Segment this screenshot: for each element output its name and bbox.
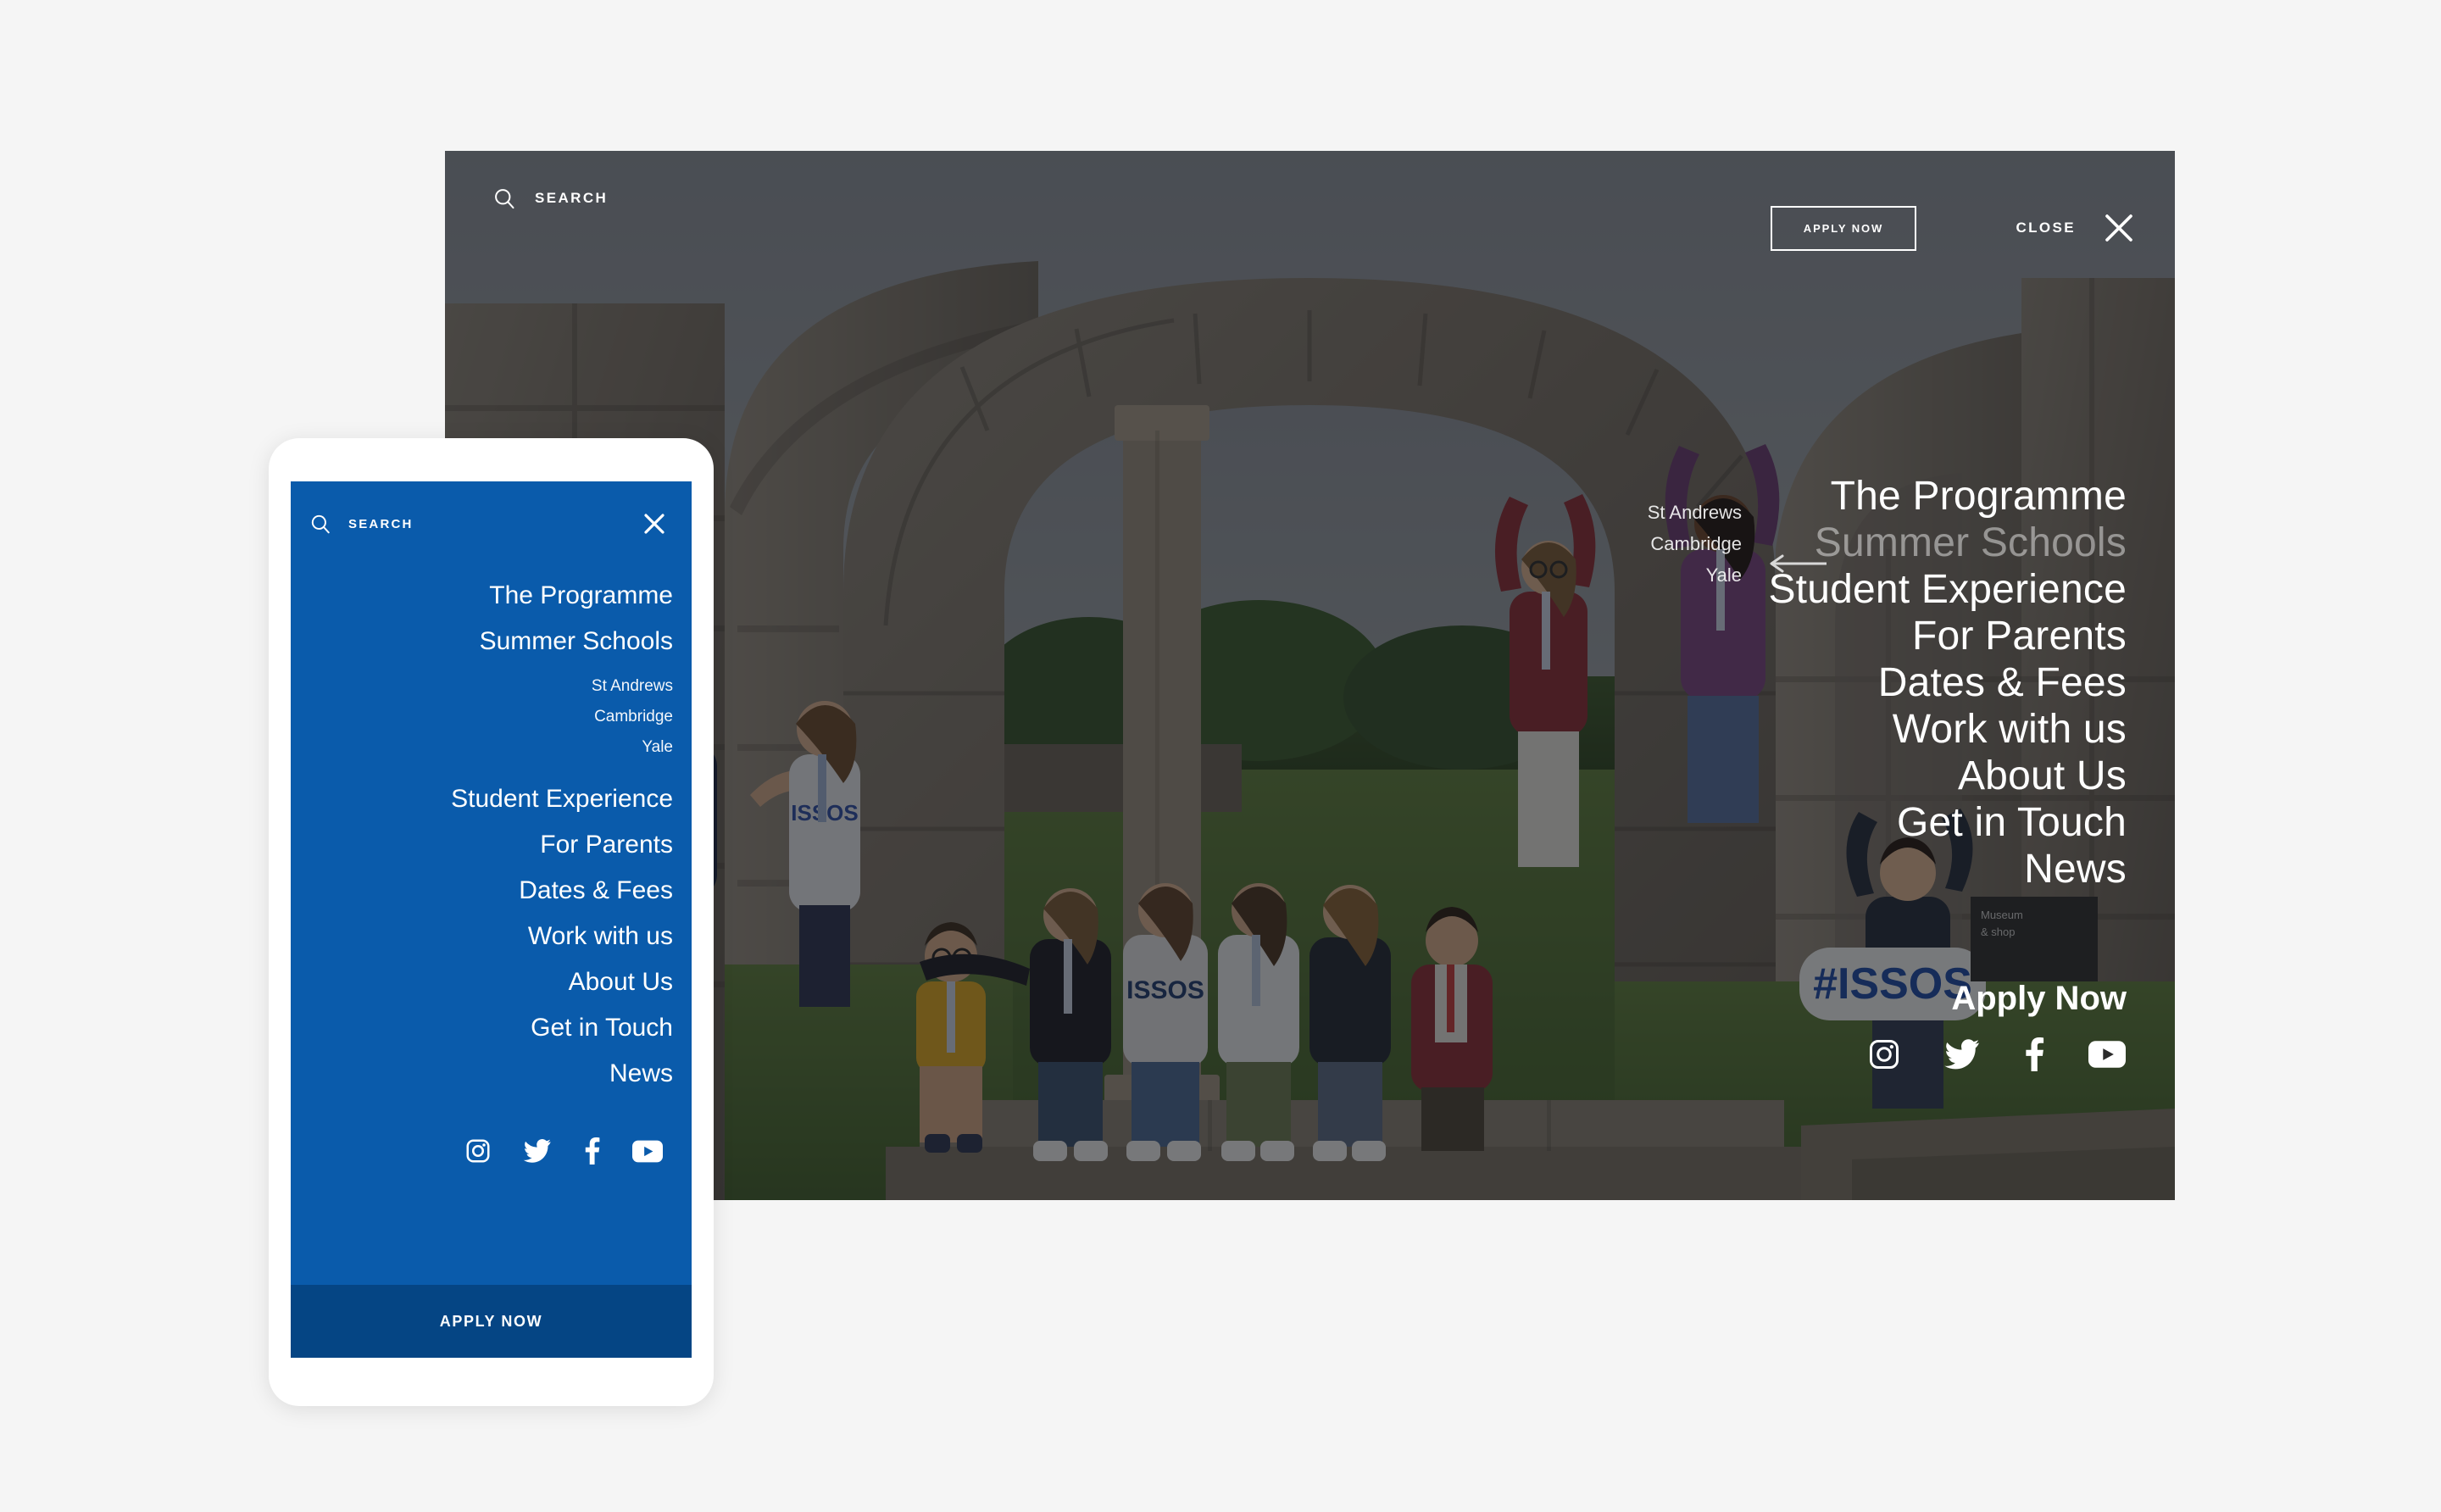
desktop-social-links (1868, 1037, 2126, 1071)
mobile-nav-item-work-with-us[interactable]: Work with us (528, 914, 673, 959)
nav-item-news[interactable]: News (2024, 846, 2127, 892)
mobile-screen: SEARCH The Programme Summer Schools St A… (291, 481, 692, 1358)
nav-item-summer-schools[interactable]: Summer Schools (1815, 520, 2127, 566)
mobile-search-button[interactable]: SEARCH (309, 513, 414, 535)
mobile-submenu: St Andrews Cambridge Yale (592, 671, 673, 763)
mobile-nav-item-the-programme[interactable]: The Programme (489, 573, 673, 619)
mobile-nav-item-about-us[interactable]: About Us (569, 959, 673, 1005)
mobile-nav-item-for-parents[interactable]: For Parents (540, 822, 673, 868)
mobile-nav: The Programme Summer Schools St Andrews … (291, 573, 692, 1097)
desktop-top-bar: SEARCH APPLY NOW CLOSE (445, 151, 2175, 261)
nav-item-the-programme[interactable]: The Programme (1831, 473, 2127, 520)
youtube-icon[interactable] (632, 1140, 663, 1163)
mobile-submenu-item-yale[interactable]: Yale (642, 732, 673, 763)
desktop-nav: The Programme Summer Schools Student Exp… (1768, 473, 2127, 1018)
close-label: CLOSE (2016, 220, 2076, 236)
facebook-icon[interactable] (584, 1137, 600, 1165)
mobile-nav-item-dates-and-fees[interactable]: Dates & Fees (519, 868, 673, 914)
mobile-menu-panel: SEARCH The Programme Summer Schools St A… (291, 481, 692, 1285)
facebook-icon[interactable] (2024, 1037, 2044, 1071)
submenu-item-yale[interactable]: Yale (1706, 559, 1742, 591)
mobile-top-bar: SEARCH (291, 481, 692, 537)
instagram-icon[interactable] (465, 1138, 491, 1164)
nav-item-for-parents[interactable]: For Parents (1912, 613, 2127, 659)
mobile-nav-item-news[interactable]: News (609, 1051, 673, 1097)
mobile-nav-item-student-experience[interactable]: Student Experience (451, 776, 673, 822)
search-icon (495, 189, 514, 209)
search-label: SEARCH (535, 190, 609, 206)
close-menu-button[interactable]: CLOSE (2016, 210, 2137, 246)
youtube-icon[interactable] (2088, 1040, 2126, 1069)
instagram-icon[interactable] (1868, 1038, 1900, 1070)
apply-now-link[interactable]: Apply Now (1951, 979, 2127, 1018)
twitter-icon[interactable] (523, 1138, 552, 1164)
mobile-nav-item-summer-schools[interactable]: Summer Schools (480, 619, 673, 664)
search-icon (311, 514, 330, 534)
mobile-submenu-item-st-andrews[interactable]: St Andrews (592, 671, 673, 702)
search-button[interactable]: SEARCH (492, 186, 608, 210)
close-icon (2105, 214, 2132, 242)
nav-item-get-in-touch[interactable]: Get in Touch (1897, 799, 2127, 846)
apply-now-button[interactable]: APPLY NOW (1771, 206, 1916, 251)
nav-item-dates-and-fees[interactable]: Dates & Fees (1878, 659, 2127, 706)
mobile-nav-item-get-in-touch[interactable]: Get in Touch (531, 1005, 673, 1051)
nav-item-work-with-us[interactable]: Work with us (1893, 706, 2127, 753)
twitter-icon[interactable] (1944, 1038, 1980, 1070)
mobile-search-label: SEARCH (348, 516, 414, 531)
submenu-item-cambridge[interactable]: Cambridge (1650, 528, 1742, 559)
close-icon[interactable] (641, 510, 668, 537)
submenu-list: St Andrews Cambridge Yale (1585, 497, 1742, 591)
mobile-apply-now-button[interactable]: APPLY NOW (291, 1285, 692, 1358)
submenu-item-st-andrews[interactable]: St Andrews (1648, 497, 1742, 528)
mobile-phone-mockup: SEARCH The Programme Summer Schools St A… (269, 438, 714, 1406)
mobile-submenu-item-cambridge[interactable]: Cambridge (594, 702, 673, 732)
nav-item-about-us[interactable]: About Us (1958, 753, 2127, 799)
nav-item-student-experience[interactable]: Student Experience (1768, 566, 2127, 613)
mobile-social-links (291, 1137, 692, 1165)
